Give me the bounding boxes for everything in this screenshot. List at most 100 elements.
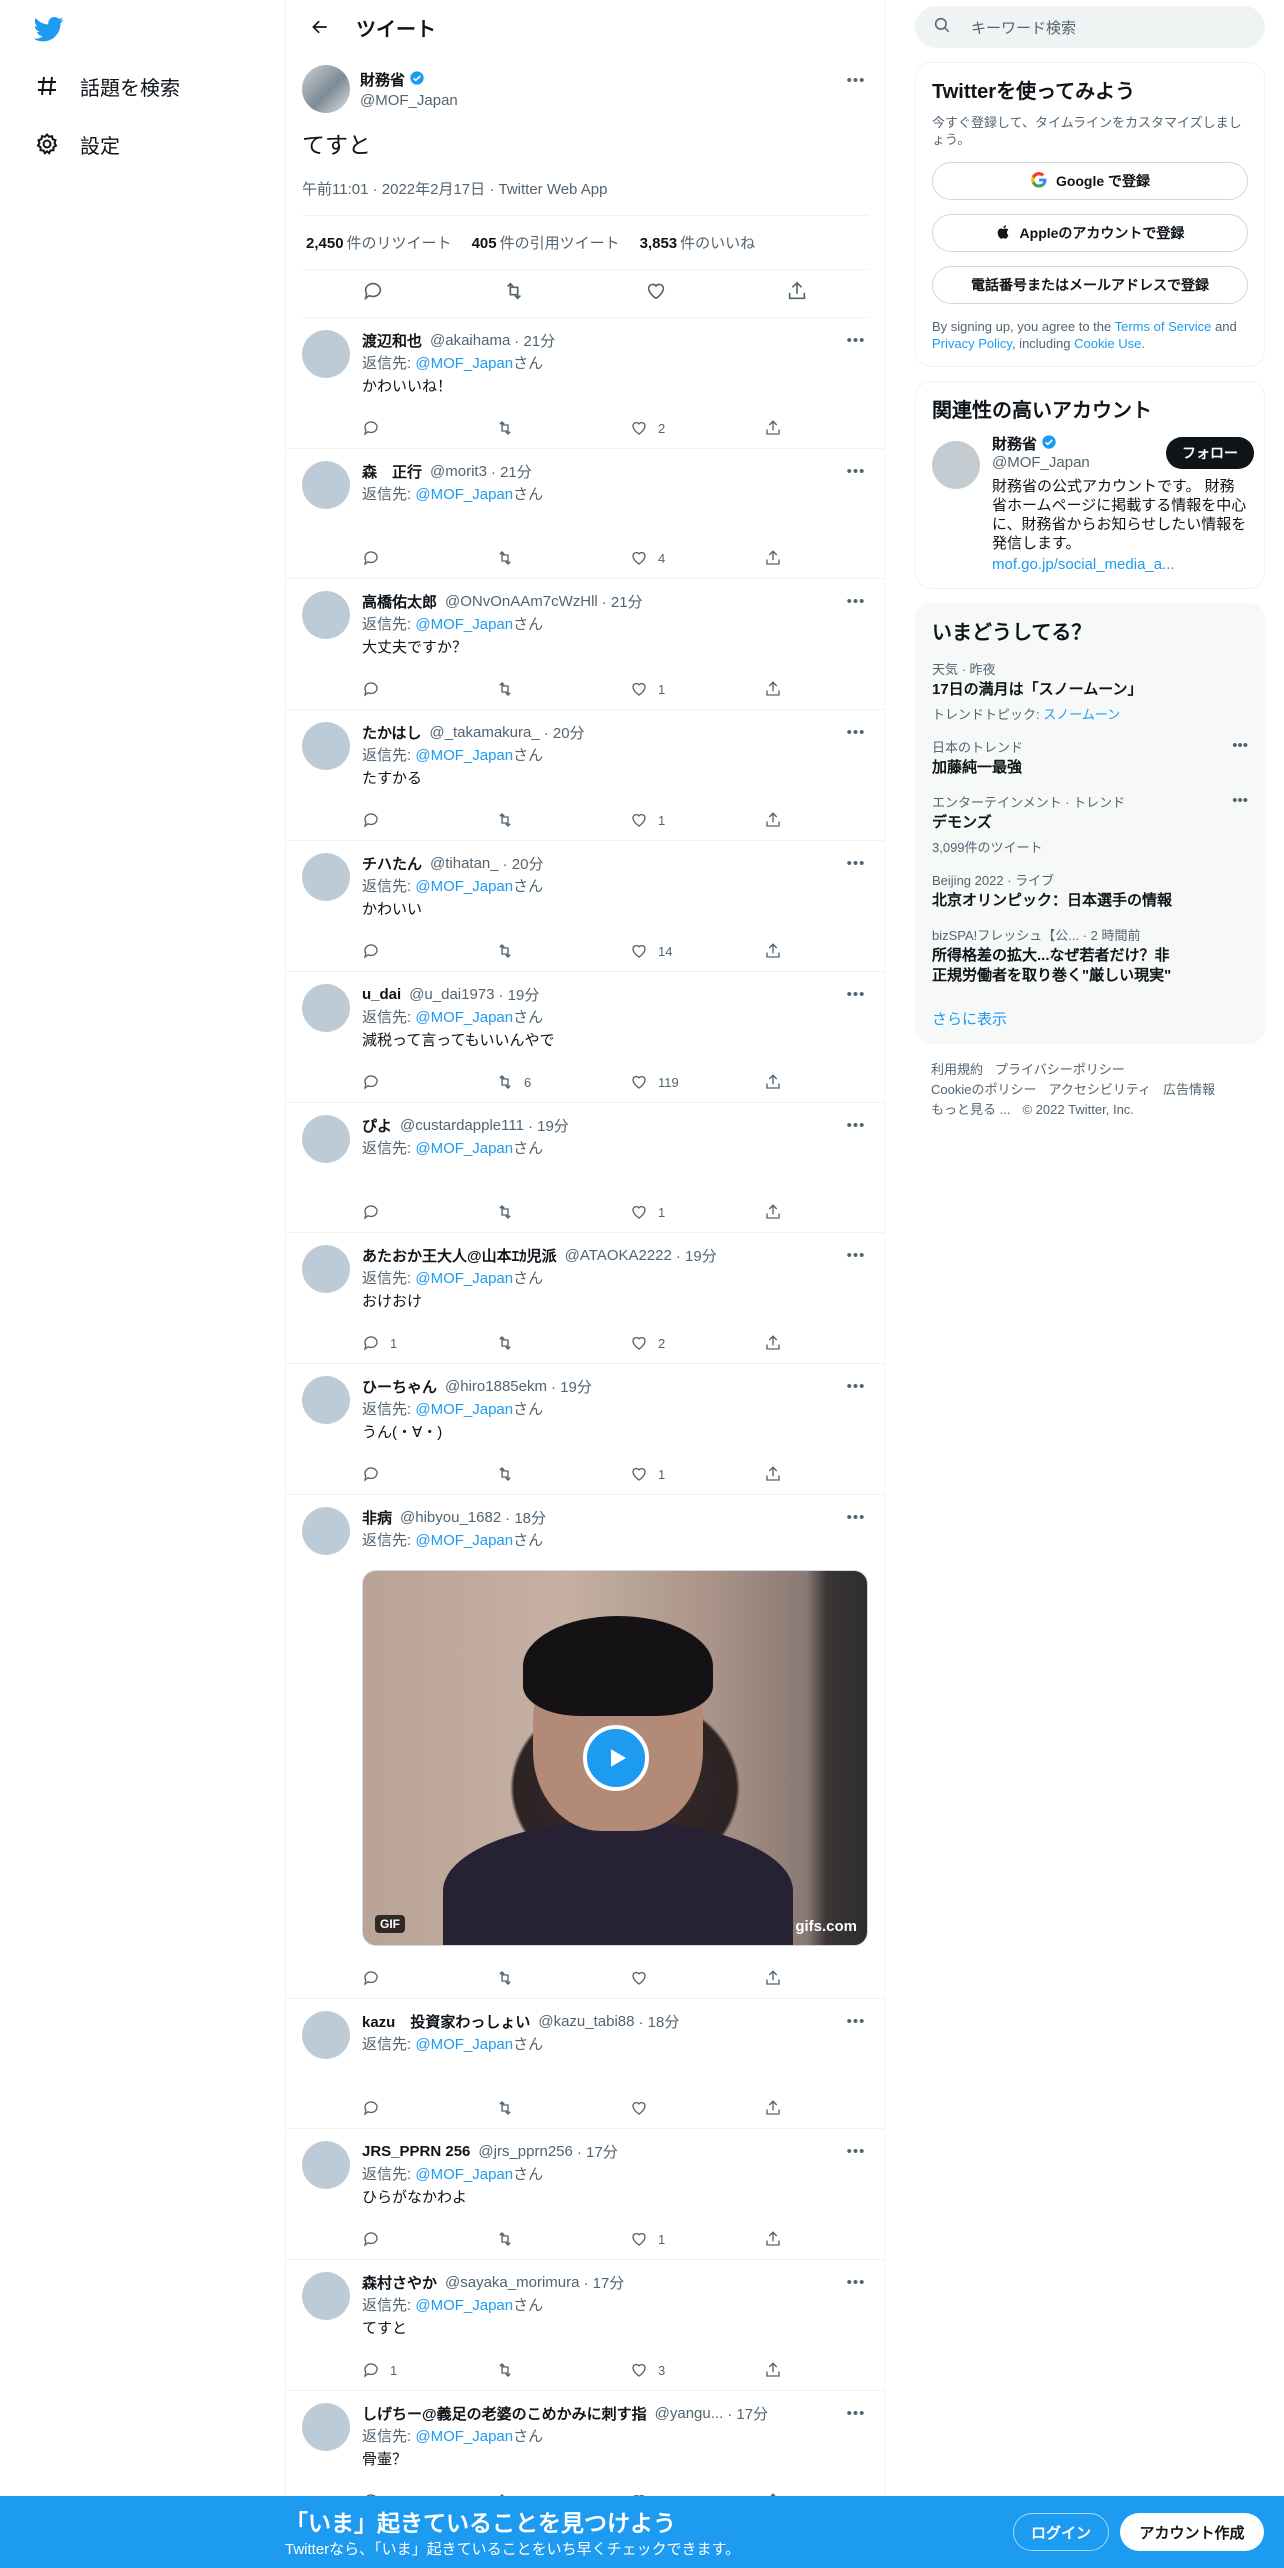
reply-time[interactable]: · 19分	[676, 1245, 717, 1266]
reply-time[interactable]: · 20分	[503, 853, 544, 874]
share-button[interactable]	[764, 419, 792, 437]
retweet-button[interactable]	[496, 1969, 630, 1987]
reply-to-link[interactable]: @MOF_Japan	[415, 616, 513, 633]
more-options-icon[interactable]: •••	[844, 2143, 868, 2163]
retweet-button[interactable]: 6	[496, 1073, 630, 1091]
share-button[interactable]	[764, 2230, 792, 2248]
gif-media[interactable]: GIF gifs.com	[362, 1570, 868, 1946]
reply-author-handle[interactable]: @_takamakura_	[429, 724, 539, 741]
reply-author-name[interactable]: 渡辺和也	[362, 330, 422, 351]
reply-time[interactable]: · 18分	[638, 2011, 679, 2032]
privacy-link[interactable]: Privacy Policy	[932, 336, 1012, 351]
retweet-count[interactable]: 2,450 件のリツイート	[306, 232, 452, 253]
related-account[interactable]: 財務省 @MOF_Japan 財務省の公式アカウントです。 財務省ホームページに…	[932, 433, 1254, 574]
reply-author-name[interactable]: 高橋佑太郎	[362, 591, 437, 612]
reply-button[interactable]	[362, 942, 496, 960]
like-button[interactable]: 4	[630, 549, 764, 567]
reply-author-handle[interactable]: @jrs_pprn256	[478, 2143, 572, 2160]
share-button[interactable]	[764, 811, 792, 829]
reply-time[interactable]: · 17分	[577, 2141, 618, 2162]
play-icon[interactable]	[583, 1725, 649, 1791]
retweet-button[interactable]	[496, 2099, 630, 2117]
avatar[interactable]	[302, 1115, 350, 1163]
reply-button[interactable]: 1	[362, 1334, 496, 1352]
reply-time[interactable]: · 19分	[499, 984, 540, 1005]
reply-tweet[interactable]: 渡辺和也 @akaihama · 21分 ••• 返信先: @MOF_Japan…	[286, 318, 884, 449]
more-options-icon[interactable]: •••	[844, 855, 868, 875]
reply-author-handle[interactable]: @ATAOKA2222	[565, 1247, 672, 1264]
more-options-icon[interactable]: •••	[844, 2405, 868, 2425]
retweet-button[interactable]	[496, 1203, 630, 1221]
reply-author-name[interactable]: 森 正行	[362, 461, 422, 482]
reply-to-link[interactable]: @MOF_Japan	[415, 1401, 513, 1418]
reply-author-name[interactable]: kazu 投資家わっしょい	[362, 2011, 530, 2032]
signup-button[interactable]: アカウント作成	[1120, 2513, 1264, 2551]
share-button[interactable]	[764, 2099, 792, 2117]
share-button[interactable]	[764, 680, 792, 698]
reply-button[interactable]	[362, 680, 496, 698]
more-options-icon[interactable]: •••	[844, 986, 868, 1006]
retweet-button[interactable]	[496, 2230, 630, 2248]
reply-to-link[interactable]: @MOF_Japan	[415, 878, 513, 895]
retweet-button[interactable]	[496, 2361, 630, 2379]
reply-author-name[interactable]: JRS_PPRN 256	[362, 2143, 470, 2160]
like-button[interactable]: 1	[630, 811, 764, 829]
retweet-button[interactable]	[496, 549, 630, 567]
reply-tweet[interactable]: kazu 投資家わっしょい @kazu_tabi88 · 18分 ••• 返信先…	[286, 1999, 884, 2129]
quote-count[interactable]: 405 件の引用ツイート	[472, 232, 620, 253]
login-button[interactable]: ログイン	[1013, 2513, 1109, 2551]
share-button[interactable]	[764, 1465, 792, 1483]
reply-tweet[interactable]: チハたん @tihatan_ · 20分 ••• 返信先: @MOF_Japan…	[286, 841, 884, 972]
reply-button[interactable]	[362, 811, 496, 829]
footer-accessibility-link[interactable]: アクセシビリティ	[1048, 1082, 1151, 1097]
share-icon[interactable]	[786, 280, 808, 307]
retweet-button[interactable]	[496, 1334, 630, 1352]
reply-to-link[interactable]: @MOF_Japan	[415, 1009, 513, 1026]
reply-author-handle[interactable]: @kazu_tabi88	[538, 2013, 634, 2030]
footer-more-link[interactable]: もっと見る ...	[931, 1102, 1010, 1117]
like-button[interactable]: 119	[630, 1073, 764, 1091]
share-button[interactable]	[764, 942, 792, 960]
reply-author-handle[interactable]: @akaihama	[430, 332, 510, 349]
reply-to-link[interactable]: @MOF_Japan	[415, 2166, 513, 2183]
reply-tweet[interactable]: 森村さやか @sayaka_morimura · 17分 ••• 返信先: @M…	[286, 2260, 884, 2391]
reply-icon[interactable]	[362, 280, 384, 307]
reply-author-handle[interactable]: @hiro1885ekm	[445, 1378, 547, 1395]
more-options-icon[interactable]: •••	[844, 1247, 868, 1267]
share-button[interactable]	[764, 549, 792, 567]
nav-explore[interactable]: 話題を検索	[34, 66, 180, 106]
reply-time[interactable]: · 18分	[505, 1507, 546, 1528]
reply-to-link[interactable]: @MOF_Japan	[415, 1532, 513, 1549]
like-count[interactable]: 3,853 件のいいね	[640, 232, 756, 253]
reply-button[interactable]	[362, 1465, 496, 1483]
reply-author-name[interactable]: u_dai	[362, 986, 401, 1003]
like-button[interactable]	[630, 1969, 764, 1987]
trend-item[interactable]: Beijing 2022 · ライブ 北京オリンピック：日本選手の情報	[932, 870, 1248, 911]
show-more-link[interactable]: さらに表示	[932, 1008, 1248, 1029]
reply-author-handle[interactable]: @morit3	[430, 463, 487, 480]
share-button[interactable]	[764, 1203, 792, 1221]
reply-time[interactable]: · 17分	[727, 2403, 768, 2424]
trend-item[interactable]: 日本のトレンド 加藤純一最強 •••	[932, 737, 1248, 778]
reply-author-handle[interactable]: @sayaka_morimura	[445, 2274, 579, 2291]
reply-author-name[interactable]: 森村さやか	[362, 2272, 437, 2293]
phone-email-signup-button[interactable]: 電話番号またはメールアドレスで登録	[932, 266, 1248, 304]
share-button[interactable]	[764, 2361, 792, 2379]
like-button[interactable]: 3	[630, 2361, 764, 2379]
avatar[interactable]	[932, 441, 980, 489]
reply-author-name[interactable]: たかはし	[362, 722, 421, 743]
more-options-icon[interactable]: •••	[1232, 792, 1248, 809]
more-options-icon[interactable]: •••	[844, 332, 868, 352]
terms-link[interactable]: Terms of Service	[1115, 319, 1212, 334]
reply-author-name[interactable]: チハたん	[362, 853, 422, 874]
avatar[interactable]	[302, 853, 350, 901]
reply-author-handle[interactable]: @u_dai1973	[409, 986, 494, 1003]
footer-terms-link[interactable]: 利用規約	[931, 1062, 983, 1077]
more-options-icon[interactable]: •••	[844, 72, 868, 92]
avatar[interactable]	[302, 2141, 350, 2189]
reply-tweet[interactable]: 非病 @hibyou_1682 · 18分 ••• 返信先: @MOF_Japa…	[286, 1495, 884, 1999]
reply-button[interactable]	[362, 1969, 496, 1987]
reply-tweet[interactable]: u_dai @u_dai1973 · 19分 ••• 返信先: @MOF_Jap…	[286, 972, 884, 1103]
reply-author-name[interactable]: あたおか王大人@山本ｴｶ児派	[362, 1245, 557, 1266]
avatar[interactable]	[302, 1376, 350, 1424]
